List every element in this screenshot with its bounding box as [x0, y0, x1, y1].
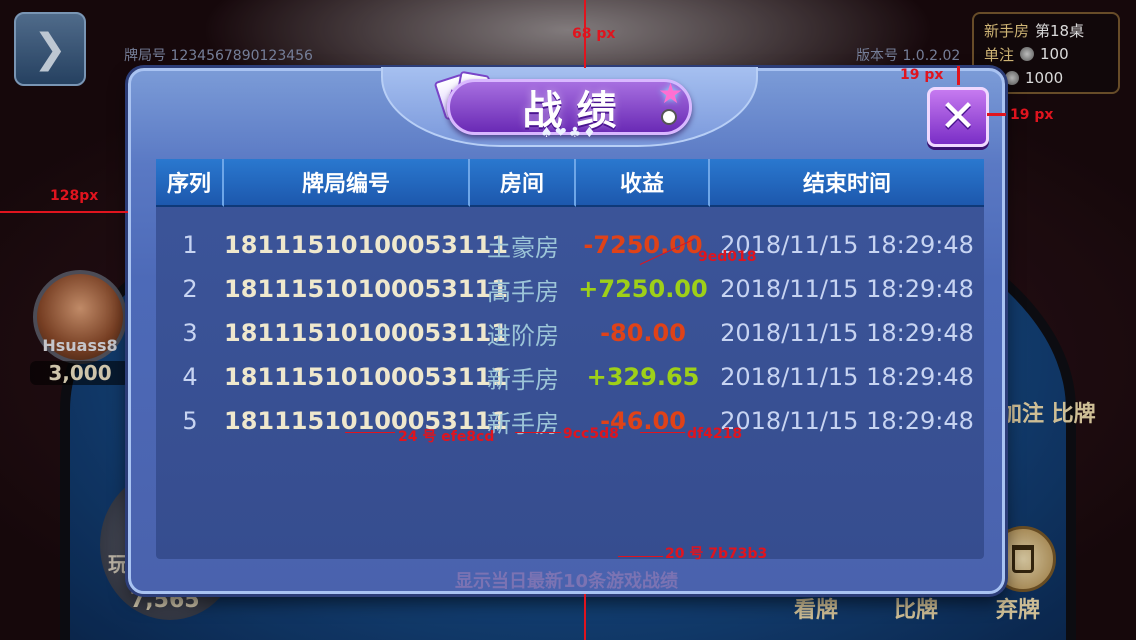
- row-end-time: 2018/11/15 18:29:48: [720, 319, 974, 347]
- column-header-game-id: 牌局编号: [224, 159, 470, 207]
- row-room: 新手房: [487, 365, 559, 394]
- close-right-line: [987, 113, 1006, 116]
- bottom-offset-line: [584, 594, 586, 640]
- id-font-line: [345, 432, 395, 433]
- footer-note: 显示当日最新10条游戏战绩: [454, 571, 679, 592]
- loss-color-line: [640, 432, 685, 433]
- room-color-line: [515, 432, 561, 433]
- table-row: 2 18111510100053111 高手房 +7250.00 2018/11…: [156, 267, 984, 311]
- row-index: 3: [182, 319, 198, 347]
- column-header-profit: 收益: [576, 159, 710, 207]
- table-body: 1 18111510100053111 土豪房 -7250.00 2018/11…: [156, 207, 984, 443]
- row-index: 4: [182, 363, 198, 391]
- row-room: 进阶房: [487, 321, 559, 350]
- close-top-line: [957, 66, 960, 85]
- row-index: 2: [182, 275, 198, 303]
- row-profit: -7250.00: [583, 231, 703, 259]
- row-game-id: 18111510100053111: [224, 363, 508, 391]
- suit-decoration: ♠❤♣♦: [540, 125, 598, 141]
- id-font-annotation: 24 号 efe8cd: [398, 429, 495, 445]
- ball-icon: [661, 109, 677, 125]
- table-row: 4 18111510100053111 新手房 +329.65 2018/11/…: [156, 355, 984, 399]
- close-icon: ✕: [939, 91, 977, 142]
- row-end-time: 2018/11/15 18:29:48: [720, 407, 974, 435]
- loss-color-annotation: df4218: [687, 426, 743, 442]
- table-row: 3 18111510100053111 进阶房 -80.00 2018/11/1…: [156, 311, 984, 355]
- top-offset-annotation: 68 px: [572, 26, 616, 42]
- row-game-id: 18111510100053111: [224, 231, 508, 259]
- row-profit: -80.00: [600, 319, 686, 347]
- gain-color-annotation: 9ed018: [698, 249, 757, 265]
- row-game-id: 18111510100053111: [224, 319, 508, 347]
- column-header-room: 房间: [470, 159, 576, 207]
- row-index: 5: [182, 407, 198, 435]
- room-color-annotation: 9cc5d8: [563, 426, 619, 442]
- records-table: 序列 牌局编号 房间 收益 结束时间 1 18111510100053111 土…: [156, 159, 984, 559]
- star-icon: ★: [658, 77, 684, 110]
- row-room: 土豪房: [487, 233, 559, 262]
- row-room: 高手房: [487, 277, 559, 306]
- left-offset-annotation: 128px: [50, 188, 99, 204]
- row-index: 1: [182, 231, 198, 259]
- close-button[interactable]: ✕: [927, 87, 989, 147]
- row-end-time: 2018/11/15 18:29:48: [720, 275, 974, 303]
- footer-font-annotation: 20 号 7b73b3: [665, 546, 768, 562]
- footer-font-line: [618, 556, 663, 557]
- row-profit: +329.65: [586, 363, 700, 391]
- close-right-annotation: 19 px: [1010, 107, 1054, 123]
- table-row: 1 18111510100053111 土豪房 -7250.00 2018/11…: [156, 223, 984, 267]
- row-profit: +7250.00: [578, 275, 708, 303]
- table-header: 序列 牌局编号 房间 收益 结束时间: [156, 159, 984, 207]
- column-header-index: 序列: [156, 159, 224, 207]
- row-end-time: 2018/11/15 18:29:48: [720, 363, 974, 391]
- records-dialog: ♠♥ 战绩 ★ ♠❤♣♦ ✕ 序列 牌局编号 房间 收益 结束时间 1 1811…: [128, 67, 1005, 594]
- column-header-end-time: 结束时间: [710, 159, 984, 207]
- row-game-id: 18111510100053111: [224, 275, 508, 303]
- left-offset-line: [0, 211, 128, 213]
- close-top-annotation: 19 px: [900, 67, 944, 83]
